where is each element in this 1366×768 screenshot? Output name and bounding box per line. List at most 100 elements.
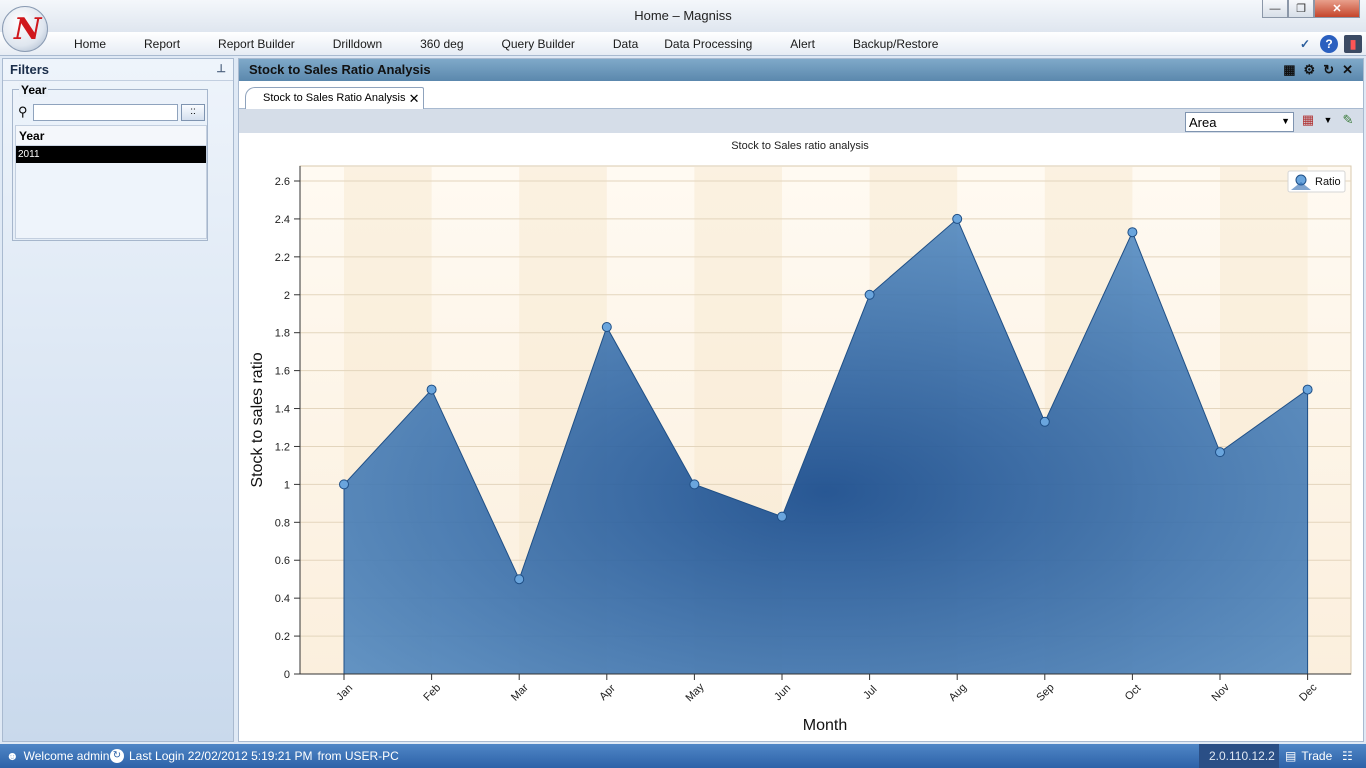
chevron-down-icon[interactable]: ✓ <box>1296 35 1314 53</box>
app-logo[interactable]: N <box>2 6 48 52</box>
x-tick-label: Jun <box>772 682 793 703</box>
x-tick-label: Apr <box>597 682 618 703</box>
main-panel: Stock to Sales Ratio Analysis ▦ ⚙ ↻ ✕ St… <box>238 58 1364 742</box>
status-bar: ☻ Welcome admin ↻ Last Login 22/02/2012 … <box>0 744 1366 768</box>
data-point <box>1039 416 1050 427</box>
chart-toolbar: Area ▼ ▦ ▼ ✎ <box>239 109 1363 133</box>
tab-strip: Stock to Sales Ratio Analysis ✕ <box>239 83 1363 110</box>
x-tick-label: Jan <box>334 682 355 703</box>
menu-query-builder[interactable]: Query Builder <box>502 37 575 51</box>
chart-settings-icon[interactable]: ⚙ <box>1304 62 1316 78</box>
refresh-icon[interactable]: ↻ <box>1323 62 1334 78</box>
search-icon: ⚲ <box>18 104 28 119</box>
x-tick-label: Dec <box>1297 681 1320 704</box>
year-search-row: ⚲ :: <box>15 104 205 122</box>
chevron-down-icon[interactable]: ▼ <box>1319 115 1337 133</box>
filters-title: Filters <box>10 62 50 77</box>
menu-report[interactable]: Report <box>144 37 180 51</box>
menu-report-builder[interactable]: Report Builder <box>218 37 295 51</box>
x-axis-ticks: Jan Feb Mar Apr May Jun Jul Aug Sep Oct Nov Dec <box>334 674 1320 704</box>
legend: Ratio <box>1287 170 1346 193</box>
window-controls: — ❐ ✕ <box>1262 0 1360 18</box>
menu-data[interactable]: Data <box>613 37 638 51</box>
data-point <box>864 289 875 300</box>
x-tick-label: Feb <box>421 682 443 704</box>
exit-icon[interactable]: ▮ <box>1344 35 1362 53</box>
calendar-icon[interactable]: ▦ <box>1299 112 1317 130</box>
login-from-text: from USER-PC <box>317 749 399 763</box>
page-title: Stock to Sales Ratio Analysis <box>249 62 431 77</box>
close-icon[interactable]: ✕ <box>1342 62 1353 78</box>
y-tick-label: 1.6 <box>275 366 290 378</box>
year-listbox: Year 2011 <box>15 125 207 239</box>
y-tick-label: 2.2 <box>275 252 290 264</box>
year-group-label: Year <box>19 83 49 97</box>
x-tick-label: Nov <box>1210 681 1233 704</box>
menu-drilldown[interactable]: Drilldown <box>333 37 382 51</box>
restore-button[interactable]: ❐ <box>1288 0 1314 18</box>
data-point <box>339 479 349 490</box>
tab-stock-to-sales[interactable]: Stock to Sales Ratio Analysis ✕ <box>245 87 425 110</box>
y-axis-title: Stock to sales ratio <box>249 352 266 487</box>
filters-header: Filters ⊥ <box>3 59 233 81</box>
y-tick-label: 0.8 <box>275 517 290 529</box>
export-icon[interactable]: ✎ <box>1339 112 1357 130</box>
menu-data-processing[interactable]: Data Processing <box>664 37 752 51</box>
list-item[interactable]: 2011 <box>16 146 206 163</box>
y-tick-label: 2.6 <box>275 176 290 188</box>
last-login-text: Last Login 22/02/2012 5:19:21 PM <box>129 749 313 763</box>
y-tick-label: 0 <box>284 669 290 681</box>
data-point <box>689 479 700 490</box>
resize-grip-icon[interactable]: ☷ <box>1342 749 1353 763</box>
help-icon[interactable]: ? <box>1320 35 1338 53</box>
menu-right-icons: ✓ ? ▮ <box>1296 35 1362 53</box>
welcome-text: Welcome admin <box>23 749 110 763</box>
menu-home[interactable]: Home <box>74 37 106 51</box>
x-tick-label: Aug <box>947 682 969 704</box>
minimize-button[interactable]: — <box>1262 0 1288 18</box>
data-point <box>426 384 437 395</box>
menu-360-deg[interactable]: 360 deg <box>420 37 463 51</box>
filters-panel: Filters ⊥ Year ⚲ :: Year 2011 <box>2 58 234 742</box>
data-point <box>1215 447 1225 458</box>
welcome-status: ☻ Welcome admin <box>6 749 109 763</box>
menu-alert[interactable]: Alert <box>790 37 815 51</box>
chart-type-select[interactable]: Area ▼ <box>1185 112 1294 132</box>
user-icon: ☻ <box>6 749 19 763</box>
y-tick-label: 2.4 <box>275 214 290 226</box>
x-tick-label: Mar <box>509 682 531 704</box>
chevron-down-icon: ▼ <box>1281 116 1290 126</box>
main-header-icons: ▦ ⚙ ↻ ✕ <box>1283 62 1353 78</box>
y-tick-label: 0.6 <box>275 555 290 567</box>
pin-icon[interactable]: ⊥ <box>216 62 226 77</box>
chart-type-value: Area <box>1189 115 1217 130</box>
y-tick-label: 1 <box>284 479 290 491</box>
menu-bar: Home Report Report Builder Drilldown 360… <box>0 32 1366 56</box>
mode-status: ▤ Trade <box>1285 749 1332 763</box>
grid-icon[interactable]: ▦ <box>1283 62 1295 78</box>
y-tick-label: 0.4 <box>275 593 290 605</box>
data-point <box>1302 384 1313 395</box>
main-header: Stock to Sales Ratio Analysis ▦ ⚙ ↻ ✕ <box>239 59 1363 81</box>
x-tick-label: Oct <box>1123 682 1144 703</box>
version-text: 2.0.110.12.2 <box>1199 744 1279 768</box>
legend-label: Ratio <box>1315 176 1341 188</box>
y-tick-label: 1.4 <box>275 404 290 416</box>
data-point <box>514 574 525 585</box>
tab-label: Stock to Sales Ratio Analysis <box>263 92 406 104</box>
year-filter-group: Year ⚲ :: Year 2011 <box>12 83 208 241</box>
menu-backup-restore[interactable]: Backup/Restore <box>853 37 938 51</box>
y-tick-label: 2 <box>284 290 290 302</box>
data-point <box>952 213 963 224</box>
year-search-button[interactable]: :: <box>181 104 205 121</box>
mode-text: Trade <box>1301 749 1333 763</box>
close-window-button[interactable]: ✕ <box>1314 0 1360 18</box>
x-tick-label: Jul <box>861 683 879 701</box>
x-tick-label: Sep <box>1034 682 1056 704</box>
clock-icon: ↻ <box>110 749 124 763</box>
y-axis-ticks: 0 0.2 0.4 0.6 0.8 1 1.2 1.4 1.6 1.8 2 2.2 2.4 2.6 <box>275 176 300 681</box>
close-icon[interactable]: ✕ <box>409 91 420 107</box>
area-chart: Stock to Sales ratio analysis 0 0.2 0.4 0.6… <box>249 140 1352 734</box>
data-point <box>601 322 612 333</box>
year-search-input[interactable] <box>33 104 178 121</box>
